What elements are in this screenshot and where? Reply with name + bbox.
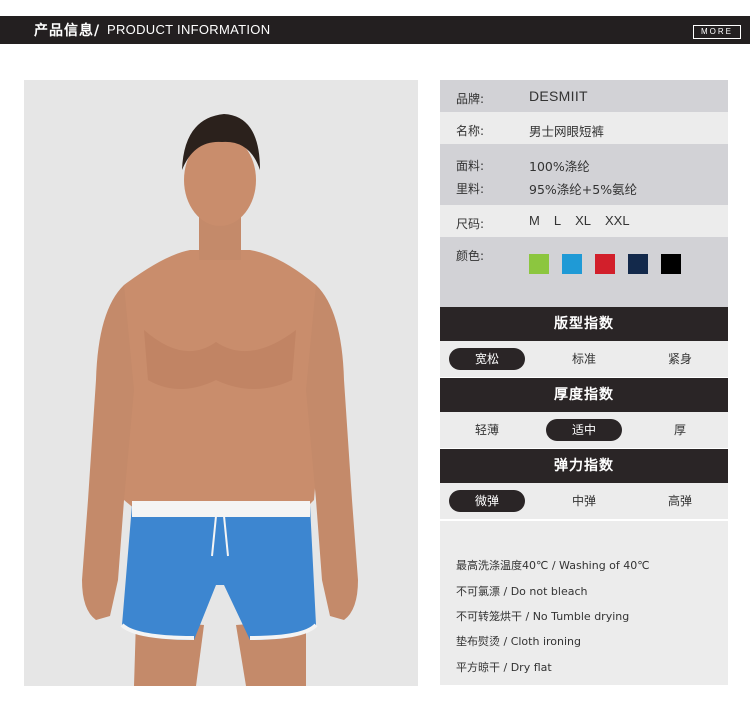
material-row: 面料: 100%涤纶 里料: 95%涤纶+5%氨纶 [440, 144, 728, 205]
size-option: L [553, 213, 562, 228]
care-item: 最高洗涤温度40℃ / Washing of 40℃ [456, 559, 650, 572]
name-label: 名称: [456, 124, 485, 138]
elasticity-option-high: 高弹 [667, 494, 692, 508]
brand-label: 品牌: [456, 92, 485, 106]
more-button[interactable]: MORE [693, 25, 741, 39]
elasticity-index-options: 微弹 中弹 高弹 [440, 483, 728, 519]
thickness-option-thin: 轻薄 [474, 423, 499, 437]
size-option: XXL [604, 213, 630, 228]
fit-option-slim: 紧身 [667, 352, 692, 366]
color-swatch-black [661, 254, 681, 274]
brand-value: DESMIIT [529, 88, 588, 104]
section-title-en: PRODUCT INFORMATION [107, 22, 271, 37]
size-row: 尺码: M L XL XXL [440, 205, 728, 237]
thickness-option-thick: 厚 [673, 423, 686, 437]
section-title-cn: 产品信息/ [34, 23, 101, 39]
color-label: 颜色: [456, 249, 485, 263]
care-item: 垫布熨烫 / Cloth ironing [456, 635, 581, 648]
size-option: XL [575, 213, 591, 228]
name-value: 男士网眼短裤 [529, 124, 605, 139]
color-swatch-red [595, 254, 615, 274]
lining-value: 95%涤纶+5%氨纶 [529, 182, 638, 197]
size-list: M L XL XXL [529, 213, 644, 228]
name-row: 名称: 男士网眼短裤 [440, 112, 728, 144]
color-swatch-sky-blue [562, 254, 582, 274]
elasticity-index-heading: 弹力指数 [440, 449, 728, 483]
elasticity-option-slight: 微弹 [449, 490, 525, 512]
product-info-panel: 品牌: DESMIIT 名称: 男士网眼短裤 面料: 100%涤纶 里料: 95… [440, 80, 728, 685]
thickness-index-options: 轻薄 适中 厚 [440, 412, 728, 448]
care-item: 不可氯漂 / Do not bleach [456, 585, 588, 598]
fit-option-loose: 宽松 [449, 348, 525, 370]
fabric-label: 面料: [456, 159, 485, 173]
color-swatch-green [529, 254, 549, 274]
size-option: M [529, 213, 540, 228]
fabric-value: 100%涤纶 [529, 159, 590, 174]
section-header: 产品信息/ PRODUCT INFORMATION MORE [0, 16, 750, 44]
care-instructions: 最高洗涤温度40℃ / Washing of 40℃ 不可氯漂 / Do not… [440, 521, 728, 685]
care-item: 不可转笼烘干 / No Tumble drying [456, 610, 630, 623]
fit-index-heading: 版型指数 [440, 307, 728, 341]
size-label: 尺码: [456, 217, 485, 231]
brand-row: 品牌: DESMIIT [440, 80, 728, 112]
color-swatch-navy [628, 254, 648, 274]
fit-index-options: 宽松 标准 紧身 [440, 341, 728, 377]
lining-label: 里料: [456, 182, 485, 196]
care-item: 平方晾干 / Dry flat [456, 661, 552, 674]
elasticity-option-medium: 中弹 [571, 494, 596, 508]
product-photo [24, 80, 418, 686]
thickness-option-medium: 适中 [546, 419, 622, 441]
thickness-index-heading: 厚度指数 [440, 378, 728, 412]
color-row: 颜色: [440, 237, 728, 307]
fit-option-regular: 标准 [571, 352, 596, 366]
